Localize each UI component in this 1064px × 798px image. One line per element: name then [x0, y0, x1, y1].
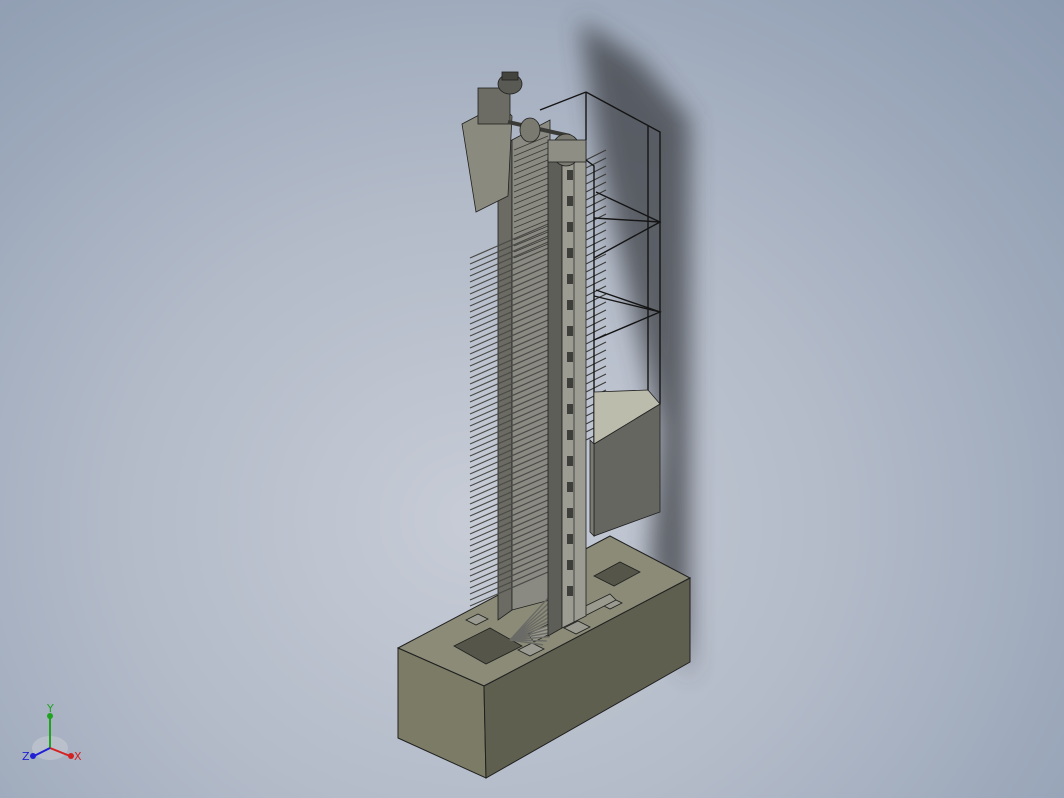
front-tine: [585, 285, 607, 297]
view-orientation-triad[interactable]: Y X Z: [18, 700, 90, 772]
triad-y-label: Y: [46, 702, 54, 715]
chain-link: [567, 222, 573, 232]
front-tine: [585, 277, 607, 289]
chain-link: [567, 196, 573, 206]
front-tine: [585, 365, 607, 377]
chain-link: [567, 456, 573, 466]
front-tine: [585, 253, 607, 265]
chain-link: [567, 482, 573, 492]
chain-link: [567, 274, 573, 284]
chain-link: [567, 430, 573, 440]
front-tine: [585, 197, 607, 209]
front-tine: [585, 261, 607, 273]
front-tine: [585, 309, 607, 321]
front-tine: [585, 317, 607, 329]
graphics-viewport[interactable]: Y X Z: [0, 0, 1064, 798]
front-tine: [585, 205, 607, 217]
chain-link: [567, 170, 573, 180]
chain-link: [567, 560, 573, 570]
triad-z-label: Z: [22, 750, 30, 763]
motor-cap: [501, 71, 519, 81]
front-tine: [585, 173, 607, 185]
front-tine: [585, 349, 607, 361]
chain-link: [567, 352, 573, 362]
sprocket-left: [519, 117, 541, 143]
front-tine: [585, 341, 607, 353]
front-tine: [585, 181, 607, 193]
front-tine: [585, 221, 607, 233]
chain-link: [567, 508, 573, 518]
collection-bin[interactable]: [589, 389, 661, 537]
chain-link: [567, 326, 573, 336]
front-tine: [585, 357, 607, 369]
front-tine: [585, 245, 607, 257]
front-tine: [585, 293, 607, 305]
front-tine: [585, 269, 607, 281]
triad-z-cap: [30, 753, 36, 759]
model-view[interactable]: [0, 0, 1064, 798]
front-tine: [585, 301, 607, 313]
chain-link: [567, 378, 573, 388]
front-tine: [585, 229, 607, 241]
main-column[interactable]: [547, 139, 587, 637]
chain-link: [567, 404, 573, 414]
triad-x-label: X: [74, 750, 82, 763]
front-tine: [585, 325, 607, 337]
chain-link: [567, 534, 573, 544]
front-tine: [585, 237, 607, 249]
front-tine: [585, 381, 607, 393]
chain-link: [567, 586, 573, 596]
front-tine: [585, 373, 607, 385]
chain-link: [567, 248, 573, 258]
chain-link: [567, 300, 573, 310]
